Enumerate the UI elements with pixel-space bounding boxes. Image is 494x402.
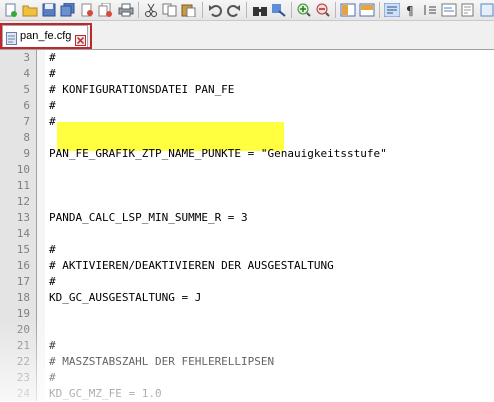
line-number: 24 (16, 387, 30, 400)
line-number: 12 (16, 195, 30, 208)
function-list-icon[interactable] (479, 2, 494, 18)
doc-map-icon[interactable] (460, 2, 476, 18)
word-wrap-icon[interactable] (384, 2, 400, 18)
file-icon (6, 30, 17, 49)
editor-line: 24 KD_GC_MZ_FE = 1.0 (0, 386, 494, 402)
editor-line: 10 (0, 162, 494, 178)
editor-line: 23 # (0, 370, 494, 386)
editor-area[interactable]: 3 # 4 # 5 # KONFIGURATIONSDATEI PAN_FE 6 # 7… (0, 50, 494, 401)
line-text: KD_GC_AUSGESTALTUNG = J (49, 291, 202, 304)
line-number: 21 (16, 339, 30, 352)
line-text: # (49, 243, 56, 256)
toolbar-separator (335, 2, 336, 18)
line-text: KD_GC_MZ_FE = 1.0 (49, 387, 162, 400)
zoom-out-icon[interactable] (315, 2, 331, 18)
close-tab-icon[interactable] (75, 31, 86, 50)
line-number: 23 (16, 371, 30, 384)
line-text: # (49, 339, 56, 352)
line-number: 9 (23, 147, 30, 160)
toolbar-separator (291, 2, 292, 18)
line-text: # KONFIGURATIONSDATEI PAN_FE (49, 83, 235, 96)
line-text: # (49, 275, 56, 288)
close-all-icon[interactable] (98, 2, 114, 18)
svg-text:¶: ¶ (406, 4, 414, 17)
save-icon[interactable] (41, 2, 57, 18)
line-number: 17 (16, 275, 30, 288)
editor-line: 21 # (0, 338, 494, 354)
editor-line: 6 # (0, 98, 494, 114)
editor-line: 5 # KONFIGURATIONSDATEI PAN_FE (0, 82, 494, 98)
show-all-characters-icon[interactable]: ¶ (403, 2, 419, 18)
line-text: # (49, 115, 56, 128)
zoom-in-icon[interactable] (296, 2, 312, 18)
line-number: 20 (16, 323, 30, 336)
find-icon[interactable] (252, 2, 268, 18)
editor-line: 9 PAN_FE_GRAFIK_ZTP_NAME_PUNKTE = "Genaui… (0, 146, 494, 162)
replace-icon[interactable] (271, 2, 287, 18)
line-number: 5 (23, 83, 30, 96)
editor-line: 17 # (0, 274, 494, 290)
line-number: 10 (16, 163, 30, 176)
line-number: 13 (16, 211, 30, 224)
tab-label: pan_fe.cfg (20, 30, 72, 42)
paste-icon[interactable] (181, 2, 197, 18)
line-text: PAN_FE_GRAFIK_ZTP_NAME_PUNKTE = "Genauig… (49, 147, 387, 160)
editor-line: 15 # (0, 242, 494, 258)
save-all-icon[interactable] (60, 2, 76, 18)
undo-icon[interactable] (207, 2, 223, 18)
editor-line: 22 # MASZSTABSZAHL DER FEHLERELLIPSEN (0, 354, 494, 370)
editor-line: 19 (0, 306, 494, 322)
line-text: PANDA_CALC_LSP_MIN_SUMME_R = 3 (49, 211, 248, 224)
line-number: 22 (16, 355, 30, 368)
editor-line: 13 PANDA_CALC_LSP_MIN_SUMME_R = 3 (0, 210, 494, 226)
tab-bar: pan_fe.cfg (0, 21, 494, 50)
line-number: 14 (16, 227, 30, 240)
editor-line: 18 KD_GC_AUSGESTALTUNG = J (0, 290, 494, 306)
line-number: 11 (16, 179, 30, 192)
print-icon[interactable] (118, 2, 134, 18)
editor-line: 16 # AKTIVIEREN/DEAKTIVIEREN DER AUSGESTA… (0, 258, 494, 274)
editor-line: 8 (0, 130, 494, 146)
line-number: 15 (16, 243, 30, 256)
sync-horizontal-icon[interactable] (359, 2, 375, 18)
line-number: 18 (16, 291, 30, 304)
toolbar-separator (138, 2, 139, 18)
editor-line: 4 # (0, 66, 494, 82)
line-number: 3 (23, 51, 30, 64)
editor-line: 7 # (0, 114, 494, 130)
line-text: # (49, 371, 56, 384)
line-text: # (49, 51, 56, 64)
copy-icon[interactable] (162, 2, 178, 18)
sync-vertical-icon[interactable] (340, 2, 356, 18)
user-language-icon[interactable] (441, 2, 457, 18)
line-text: # (49, 99, 56, 112)
editor-line: 3 # (0, 50, 494, 66)
tab-pan-fe-cfg[interactable]: pan_fe.cfg (2, 25, 88, 47)
editor-line: 12 (0, 194, 494, 210)
line-number: 4 (23, 67, 30, 80)
close-file-icon[interactable] (79, 2, 95, 18)
editor-line: 11 (0, 178, 494, 194)
editor-line: 20 (0, 322, 494, 338)
line-number: 6 (23, 99, 30, 112)
new-file-icon[interactable] (3, 2, 19, 18)
toolbar-separator (246, 2, 247, 18)
indent-guide-icon[interactable] (422, 2, 438, 18)
line-number: 16 (16, 259, 30, 272)
toolbar: ¶ (0, 0, 494, 21)
line-number: 7 (23, 115, 30, 128)
line-text: # MASZSTABSZAHL DER FEHLERELLIPSEN (49, 355, 275, 368)
toolbar-separator (202, 2, 203, 18)
open-folder-icon[interactable] (22, 2, 38, 18)
line-text: # AKTIVIEREN/DEAKTIVIEREN DER AUSGESTALT… (49, 259, 334, 272)
line-number: 19 (16, 307, 30, 320)
toolbar-separator (379, 2, 380, 18)
cut-icon[interactable] (143, 2, 159, 18)
editor-line: 14 (0, 226, 494, 242)
redo-icon[interactable] (226, 2, 242, 18)
line-number: 8 (23, 131, 30, 144)
line-text: # (49, 67, 56, 80)
